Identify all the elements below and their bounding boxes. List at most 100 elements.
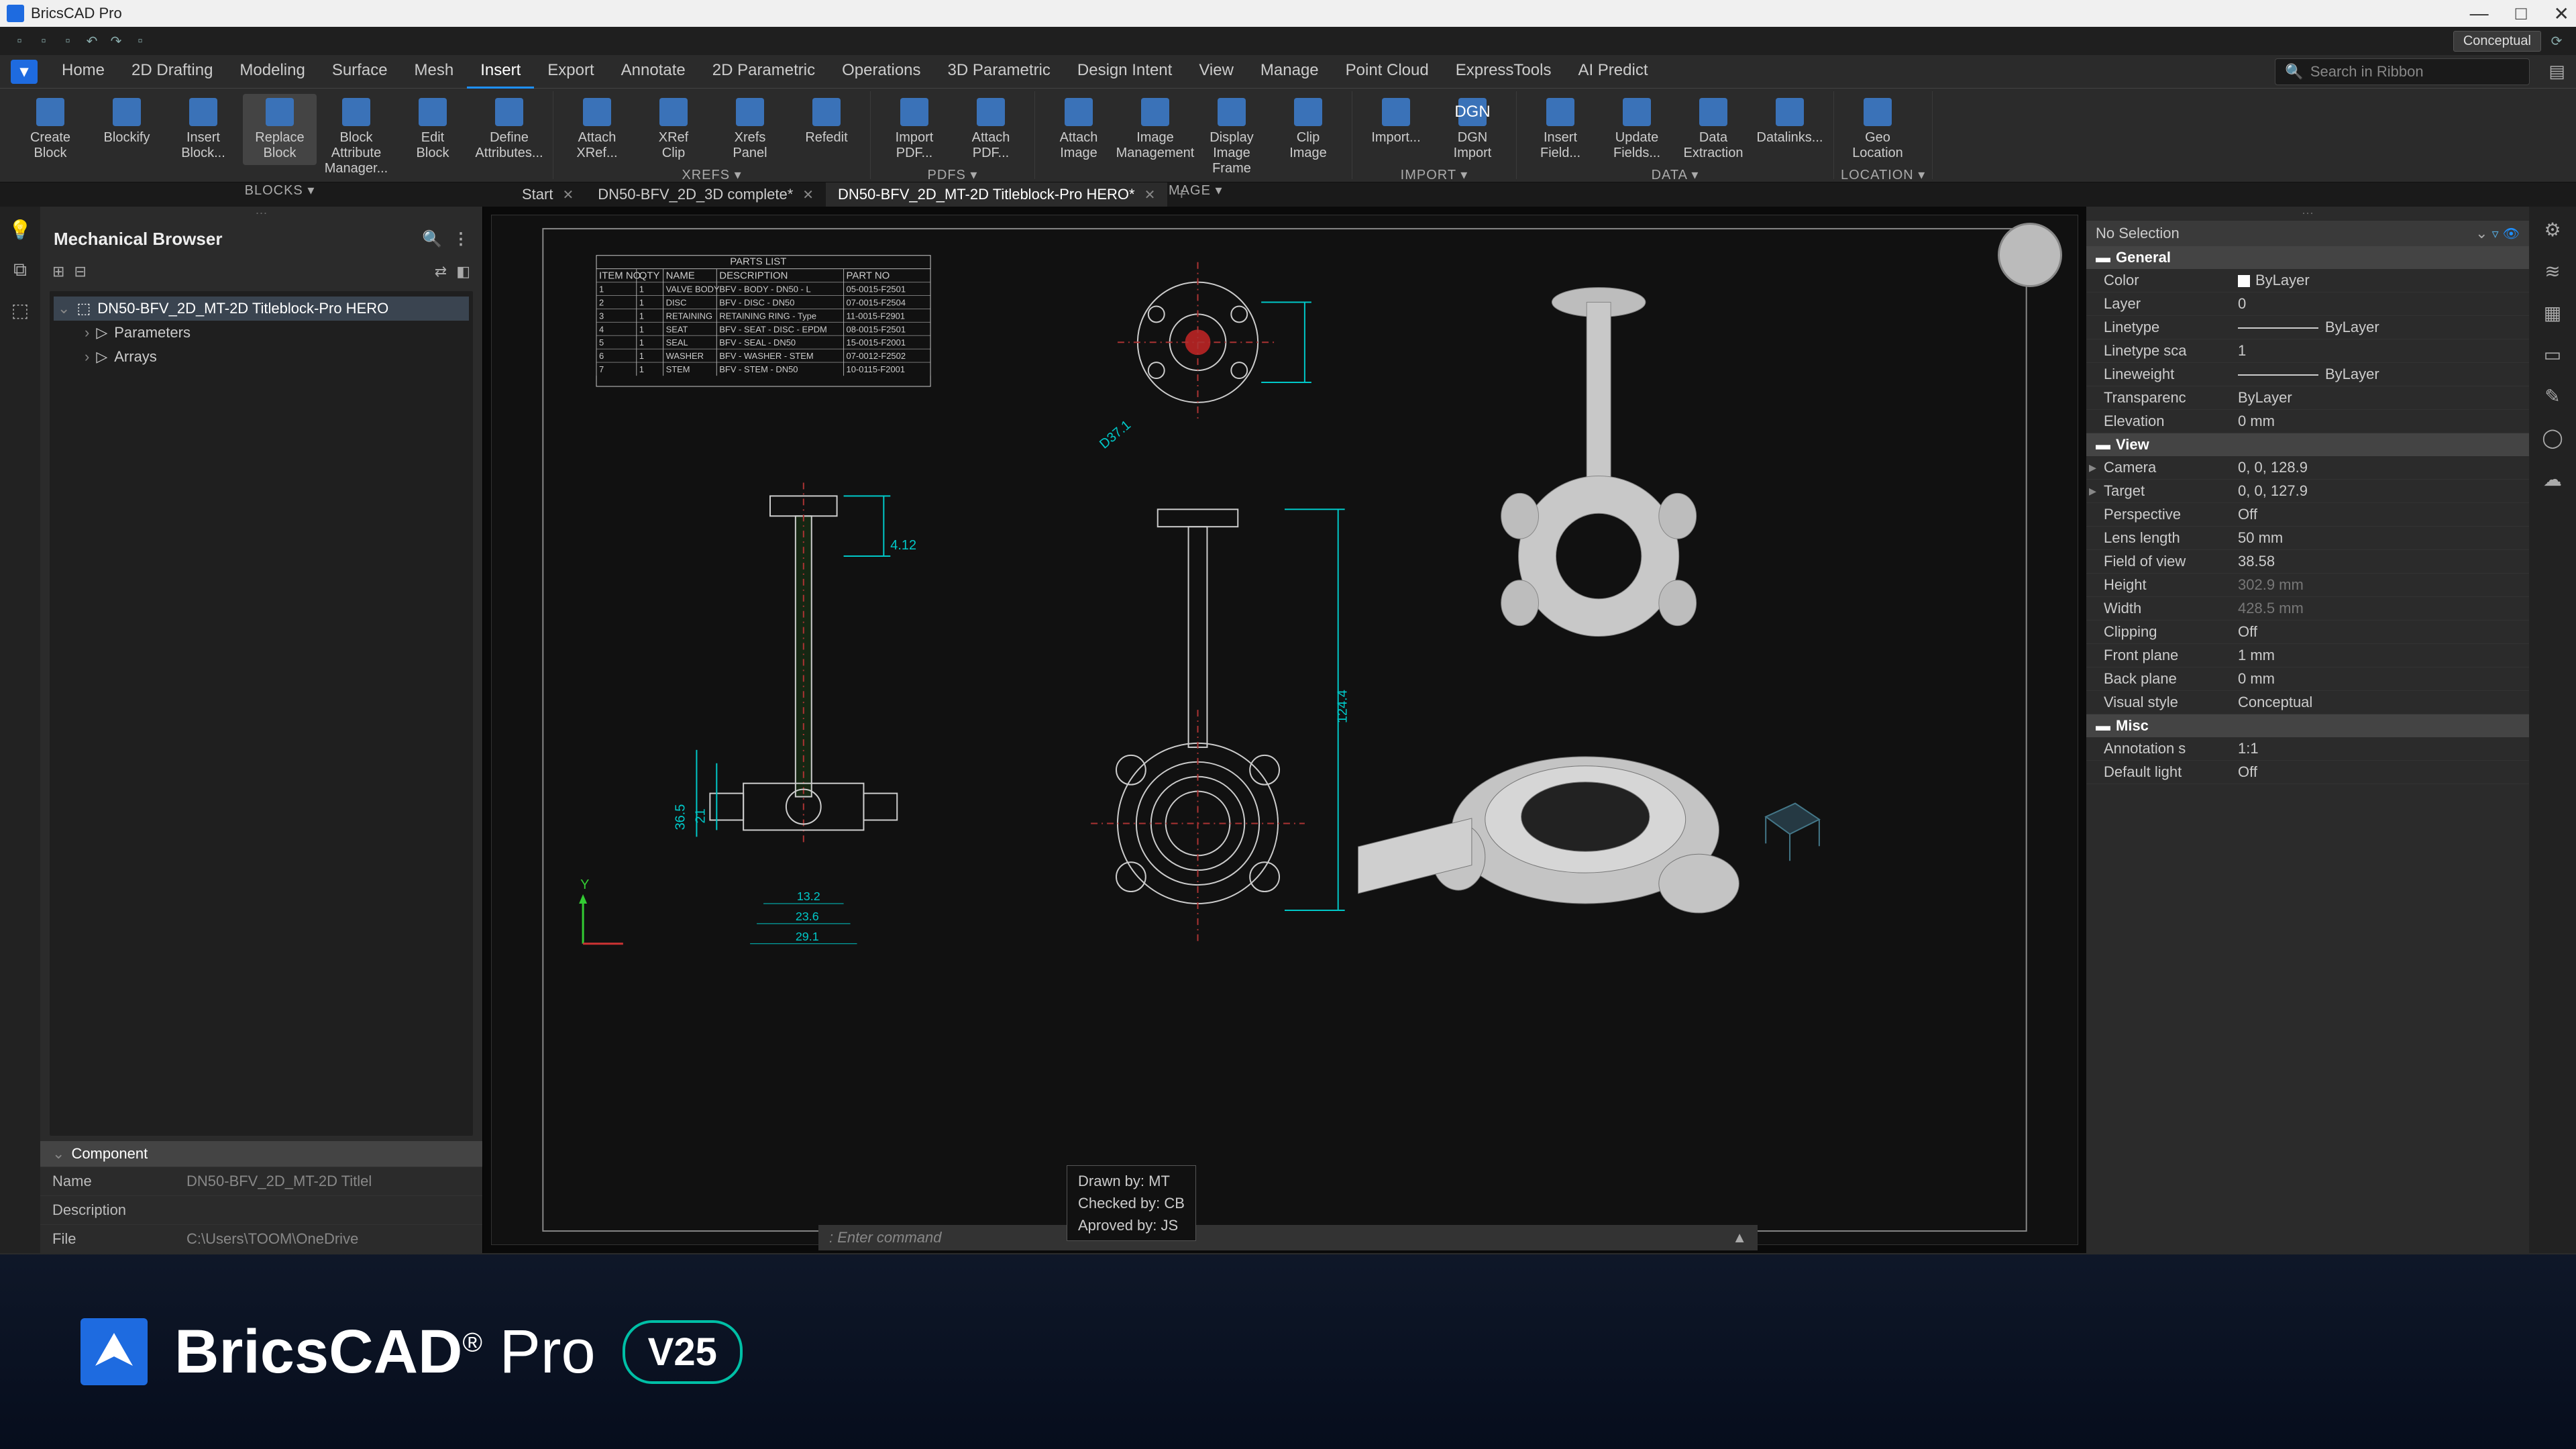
ribbon-btn[interactable]: Data Extraction	[1676, 94, 1750, 165]
ribbon-btn[interactable]: Display Image Frame	[1195, 94, 1269, 180]
menu-mesh[interactable]: Mesh	[401, 54, 468, 89]
menu-home[interactable]: Home	[48, 54, 118, 89]
settings-icon[interactable]: ⚙	[2540, 217, 2565, 241]
close-icon[interactable]: ✕	[802, 186, 814, 203]
chevron-down-icon[interactable]: ⌄	[58, 300, 70, 317]
balloon-icon[interactable]: ◯	[2540, 425, 2565, 449]
property-row[interactable]: FileC:\Users\TOOM\OneDrive	[40, 1224, 482, 1253]
cube-icon[interactable]: ⬚	[8, 298, 32, 322]
maximize-button[interactable]: □	[2516, 3, 2527, 25]
ribbon-btn[interactable]: Refedit	[790, 94, 863, 150]
ribbon-btn[interactable]: Blockify	[90, 94, 164, 150]
ribbon-btn[interactable]: Clip Image	[1271, 94, 1345, 165]
layers-icon[interactable]: ≋	[2540, 259, 2565, 283]
chevron-right-icon[interactable]: ›	[85, 348, 89, 366]
ribbon-group-title[interactable]: LOCATION ▾	[1841, 165, 1925, 183]
ribbon-group-title[interactable]: BLOCKS ▾	[13, 180, 546, 199]
close-icon[interactable]: ✕	[562, 186, 574, 203]
property-row[interactable]: Description	[40, 1195, 482, 1224]
bulb-icon[interactable]: 💡	[8, 217, 32, 241]
chevron-right-icon[interactable]: ›	[85, 324, 89, 341]
config-icon[interactable]: ⇄	[435, 263, 447, 280]
props-section-header[interactable]: ▬ General	[2086, 246, 2529, 269]
open-icon[interactable]: ▫	[35, 32, 52, 50]
ribbon-btn[interactable]: Import PDF...	[877, 94, 951, 165]
command-line[interactable]: : Enter command	[818, 1225, 1758, 1250]
ribbon-btn[interactable]: Insert Block...	[166, 94, 240, 165]
close-icon[interactable]: ✕	[1144, 186, 1156, 203]
ribbon-group-title[interactable]: DATA ▾	[1523, 165, 1827, 183]
ribbon-btn[interactable]: Attach Image	[1042, 94, 1116, 165]
eye-icon[interactable]: 👁	[2503, 225, 2520, 242]
search-icon[interactable]: 🔍	[422, 229, 442, 249]
property-row[interactable]: ▸Target0, 0, 127.9	[2086, 480, 2529, 503]
menu-2d-drafting[interactable]: 2D Drafting	[118, 54, 226, 89]
menu-manage[interactable]: Manage	[1247, 54, 1332, 89]
ribbon-btn[interactable]: Geo Location	[1841, 94, 1915, 165]
app-menu-button[interactable]: ▾	[11, 60, 38, 84]
tree-icon[interactable]: ⊞	[52, 263, 64, 280]
new-icon[interactable]: ▫	[11, 32, 28, 50]
file-tab[interactable]: DN50-BFV_2D_3D complete*✕	[586, 182, 826, 207]
menu-insert[interactable]: Insert	[467, 54, 534, 89]
property-row[interactable]: Annotation s1:1	[2086, 737, 2529, 761]
pencil-icon[interactable]: ✎	[2540, 384, 2565, 408]
nav-widget[interactable]	[1998, 223, 2062, 287]
ribbon-group-title[interactable]: PDFS ▾	[877, 165, 1028, 183]
sheet-icon[interactable]: ▭	[2540, 342, 2565, 366]
file-tab[interactable]: DN50-BFV_2D_MT-2D Titleblock-Pro HERO*✕	[826, 182, 1167, 207]
ribbon-btn[interactable]: Import...	[1359, 94, 1433, 150]
property-row[interactable]: Lens length50 mm	[2086, 527, 2529, 550]
property-row[interactable]: ▸Camera0, 0, 128.9	[2086, 456, 2529, 480]
ribbon-btn[interactable]: Edit Block	[396, 94, 470, 165]
ribbon-btn[interactable]: Image Management	[1118, 94, 1192, 165]
menu-icon[interactable]: ⋮	[453, 229, 469, 249]
ribbon-btn[interactable]: DGNDGN Import	[1436, 94, 1509, 165]
tree-item[interactable]: › ▷ Parameters	[54, 321, 469, 345]
tree-item[interactable]: › ▷ Arrays	[54, 345, 469, 369]
menu-point-cloud[interactable]: Point Cloud	[1332, 54, 1442, 89]
property-row[interactable]: Width428.5 mm	[2086, 597, 2529, 621]
file-tab[interactable]: Start✕	[510, 182, 586, 207]
property-row[interactable]: Default lightOff	[2086, 761, 2529, 784]
property-row[interactable]: LineweightByLayer	[2086, 363, 2529, 386]
plus-icon[interactable]: ▸	[2089, 459, 2096, 476]
ribbon-btn[interactable]: Block Attribute Manager...	[319, 94, 393, 180]
menu-design-intent[interactable]: Design Intent	[1064, 54, 1185, 89]
ribbon-btn[interactable]: Insert Field...	[1523, 94, 1597, 165]
close-button[interactable]: ✕	[2554, 3, 2569, 25]
ribbon-btn[interactable]: Xrefs Panel	[713, 94, 787, 165]
menu-view[interactable]: View	[1185, 54, 1247, 89]
menu-annotate[interactable]: Annotate	[608, 54, 699, 89]
property-row[interactable]: LinetypeByLayer	[2086, 316, 2529, 339]
selection-combo[interactable]: No Selection ⌄ ▿ 👁	[2086, 221, 2529, 246]
property-row[interactable]: TransparencByLayer	[2086, 386, 2529, 410]
property-row[interactable]: Back plane0 mm	[2086, 667, 2529, 691]
menu-2d-parametric[interactable]: 2D Parametric	[699, 54, 828, 89]
property-row[interactable]: Elevation0 mm	[2086, 410, 2529, 433]
minimize-button[interactable]: —	[2470, 3, 2489, 25]
property-row[interactable]: ClippingOff	[2086, 621, 2529, 644]
tree-root-label[interactable]: DN50-BFV_2D_MT-2D Titleblock-Pro HERO	[97, 300, 388, 317]
print-icon[interactable]: ▫	[131, 32, 149, 50]
grid-icon[interactable]: ▦	[2540, 301, 2565, 325]
menu-3d-parametric[interactable]: 3D Parametric	[934, 54, 1064, 89]
props-section-header[interactable]: ▬ Misc	[2086, 714, 2529, 737]
ribbon-btn[interactable]: Datalinks...	[1753, 94, 1827, 150]
redo-icon[interactable]: ↷	[107, 32, 125, 50]
add-tab-button[interactable]: +	[1167, 185, 1195, 204]
menu-expresstools[interactable]: ExpressTools	[1442, 54, 1565, 89]
ribbon-group-title[interactable]: XREFS ▾	[560, 165, 863, 183]
menu-modeling[interactable]: Modeling	[226, 54, 318, 89]
menu-operations[interactable]: Operations	[828, 54, 934, 89]
ribbon-group-title[interactable]: IMPORT ▾	[1359, 165, 1509, 183]
property-row[interactable]: Visual styleConceptual	[2086, 691, 2529, 714]
menu-export[interactable]: Export	[534, 54, 607, 89]
property-row[interactable]: Front plane1 mm	[2086, 644, 2529, 667]
panel-toggle-icon[interactable]: ▤	[2548, 61, 2565, 82]
menu-surface[interactable]: Surface	[319, 54, 401, 89]
property-row[interactable]: Layer0	[2086, 292, 2529, 316]
ribbon-search[interactable]: 🔍 Search in Ribbon	[2275, 58, 2530, 85]
property-row[interactable]: Linetype sca1	[2086, 339, 2529, 363]
filter-icon[interactable]: ◧	[456, 263, 470, 280]
